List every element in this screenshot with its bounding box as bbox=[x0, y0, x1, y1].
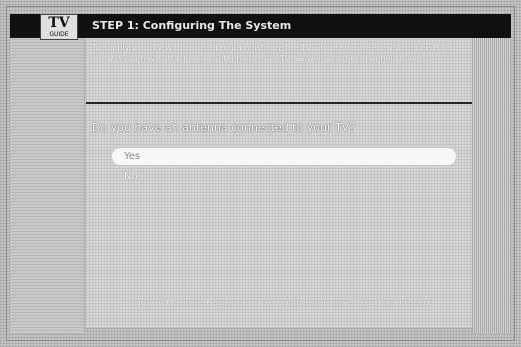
logo-subtext: GUIDE bbox=[49, 31, 69, 38]
tv-guide-logo-icon: TV GUIDE bbox=[40, 14, 78, 40]
intro-text: To supply your TV with correct program l… bbox=[92, 43, 451, 63]
page-title: STEP 1: Configuring The System bbox=[92, 19, 292, 32]
instructions-text: Using your TV remote, Press up or down t… bbox=[125, 299, 433, 307]
logo-text: TV bbox=[48, 15, 70, 31]
question-text: Do you have an antenna connected to your… bbox=[92, 121, 356, 134]
right-side-band bbox=[472, 38, 511, 334]
option-no[interactable]: No bbox=[112, 168, 456, 185]
panel-divider bbox=[86, 102, 472, 104]
tv-guide-setup-screen: TV GUIDE STEP 1: Configuring The System … bbox=[0, 0, 521, 347]
option-yes[interactable]: Yes bbox=[112, 148, 456, 165]
answer-options: Yes No bbox=[112, 148, 456, 188]
left-side-band bbox=[10, 38, 84, 334]
